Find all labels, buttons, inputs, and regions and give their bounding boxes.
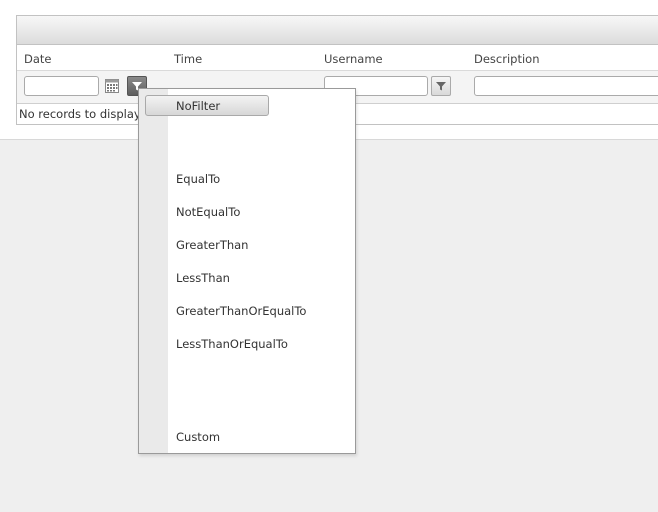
menu-item-equalto[interactable]: EqualTo [176,172,220,186]
menu-gutter [139,89,168,453]
menu-item-label: NoFilter [176,99,221,113]
column-header-description[interactable]: Description [474,52,540,66]
menu-item-nofilter[interactable]: NoFilter [145,95,269,116]
date-filter-input[interactable] [24,76,99,96]
menu-item-notequalto[interactable]: NotEqualTo [176,205,240,219]
no-records-message: No records to display. [19,107,143,121]
description-filter-input[interactable] [474,76,658,96]
column-header-time[interactable]: Time [174,52,202,66]
menu-item-lessthanorequalto[interactable]: LessThanOrEqualTo [176,337,288,351]
filter-funnel-icon [436,82,446,91]
calendar-icon[interactable] [102,76,122,96]
menu-item-greaterthan[interactable]: GreaterThan [176,238,248,252]
username-filter-button[interactable] [431,76,451,96]
grid-header-row: Date Time Username Description [17,45,658,71]
grid-toolbar [17,16,658,45]
column-header-username[interactable]: Username [324,52,383,66]
menu-item-custom[interactable]: Custom [176,430,220,444]
menu-item-lessthan[interactable]: LessThan [176,271,230,285]
menu-item-greaterthanorequalto[interactable]: GreaterThanOrEqualTo [176,304,306,318]
column-header-date[interactable]: Date [24,52,52,66]
filter-menu: NoFilter EqualTo NotEqualTo GreaterThan … [138,88,356,454]
